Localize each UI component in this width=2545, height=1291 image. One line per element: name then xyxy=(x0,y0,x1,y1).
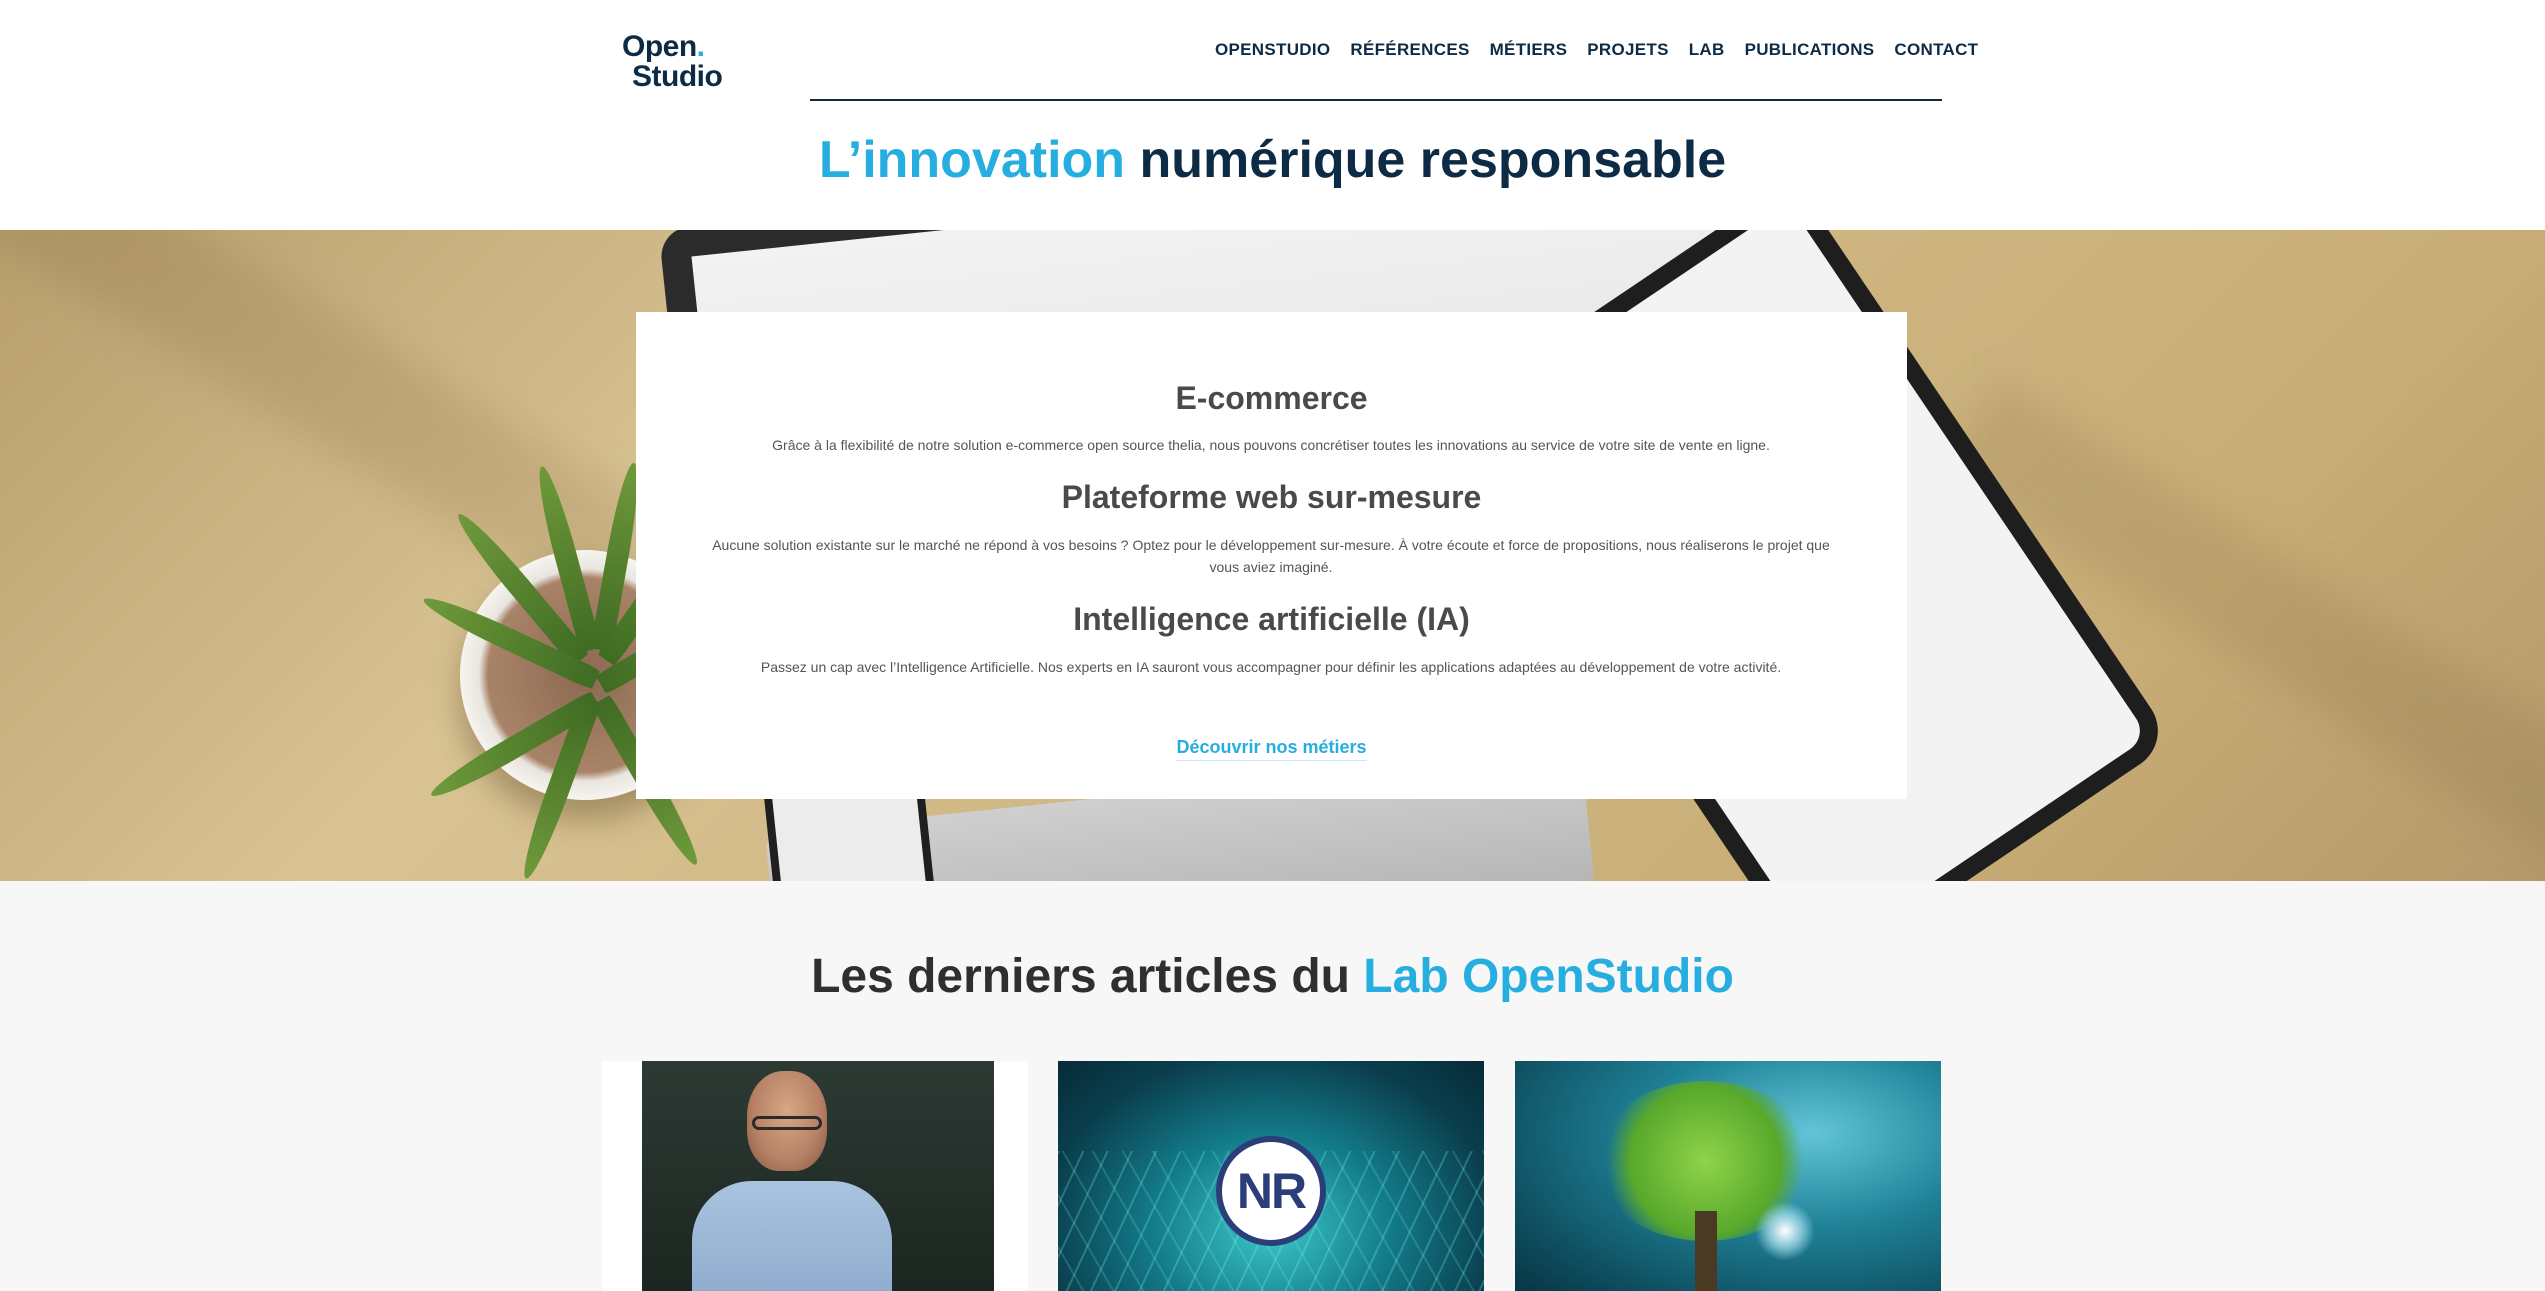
nav-item-projets[interactable]: PROJETS xyxy=(1587,40,1668,66)
article-card-portrait[interactable] xyxy=(602,1061,1028,1291)
service-title-ecommerce: E-commerce xyxy=(1175,380,1368,416)
service-text-plateforme: Aucune solution existante sur le marché … xyxy=(712,537,1830,575)
main-nav: OPENSTUDIO RÉFÉRENCES MÉTIERS PROJETS LA… xyxy=(1215,40,1998,66)
site-header: Open. Studio OPENSTUDIO RÉFÉRENCES MÉTIE… xyxy=(0,0,2545,230)
nav-divider xyxy=(810,99,1942,101)
nav-item-metiers[interactable]: MÉTIERS xyxy=(1490,40,1568,66)
latest-articles-section: Les derniers articles du Lab OpenStudio … xyxy=(0,881,2545,1291)
articles-title-rest: Les derniers articles du xyxy=(811,950,1364,1003)
article-image-portrait xyxy=(642,1061,994,1291)
service-text-ia: Passez un cap avec l’Intelligence Artifi… xyxy=(760,659,1782,675)
hero-title-accent: L’innovation xyxy=(818,131,1126,189)
articles-title-accent: Lab OpenStudio xyxy=(1363,950,1734,1003)
nav-item-openstudio[interactable]: OPENSTUDIO xyxy=(1215,40,1330,66)
service-title-plateforme: Plateforme web sur-mesure xyxy=(1061,479,1482,515)
nr-badge-text: NR xyxy=(1236,1163,1307,1219)
discover-metiers-link[interactable]: Découvrir nos métiers xyxy=(1176,737,1367,761)
hero-title: L’innovation numérique responsable xyxy=(0,130,2545,190)
logo-line-1: Open xyxy=(622,30,697,63)
services-card: E-commerce Grâce à la flexibilité de not… xyxy=(636,312,1907,799)
openstudio-logo[interactable]: Open. Studio xyxy=(620,30,730,95)
nav-item-contact[interactable]: CONTACT xyxy=(1894,40,1978,66)
hero-title-rest: numérique responsable xyxy=(1125,131,1727,189)
nav-item-lab[interactable]: LAB xyxy=(1689,40,1725,66)
service-title-ia: Intelligence artificielle (IA) xyxy=(1073,601,1470,637)
nr-label-badge: NR xyxy=(1216,1136,1326,1246)
nav-item-references[interactable]: RÉFÉRENCES xyxy=(1350,40,1469,66)
logo-line-2: Studio xyxy=(632,60,723,93)
logo-dot: . xyxy=(696,30,705,63)
nav-item-publications[interactable]: PUBLICATIONS xyxy=(1745,40,1875,66)
article-card-numerique-responsable[interactable]: NR xyxy=(1058,1061,1484,1291)
articles-title: Les derniers articles du Lab OpenStudio xyxy=(0,949,2545,1004)
service-text-ecommerce: Grâce à la flexibilité de notre solution… xyxy=(772,437,1770,453)
hero-banner-image: E-commerce Grâce à la flexibilité de not… xyxy=(0,230,2545,881)
article-card-tree[interactable] xyxy=(1515,1061,1941,1291)
